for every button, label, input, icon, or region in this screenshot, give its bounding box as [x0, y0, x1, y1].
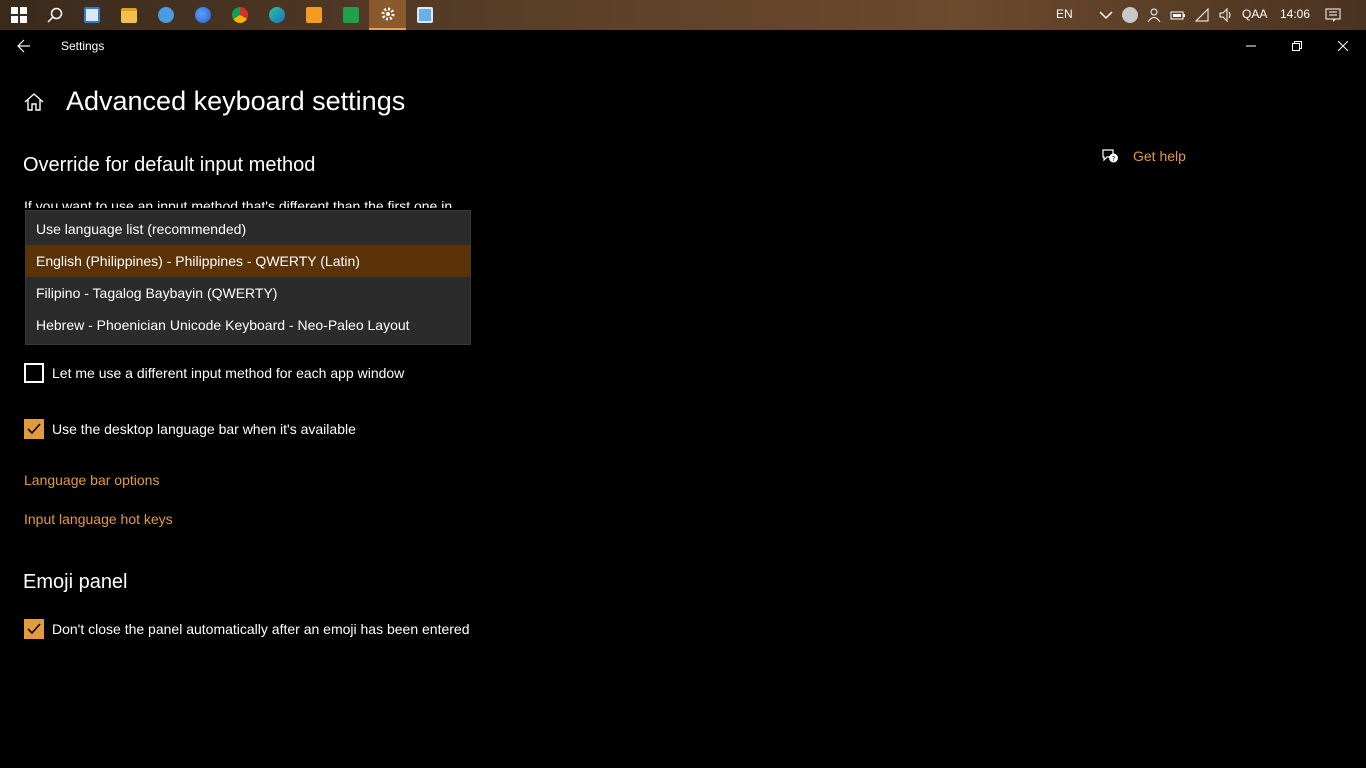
override-description: If you want to use an input method that'…	[24, 198, 453, 208]
edge-icon	[268, 7, 285, 23]
language-bar-options-link[interactable]: Language bar options	[24, 472, 159, 488]
firefox-icon	[194, 7, 211, 23]
search-button[interactable]	[36, 0, 73, 30]
chrome-icon	[231, 7, 248, 23]
override-section-title: Override for default input method	[23, 154, 316, 176]
emoji-section-title: Emoji panel	[23, 571, 128, 593]
volume-icon[interactable]	[1218, 7, 1234, 23]
taskbar-control-panel[interactable]	[406, 0, 443, 30]
close-icon	[1338, 41, 1348, 51]
desktop-language-bar-checkbox-row[interactable]: Use the desktop language bar when it's a…	[24, 419, 356, 439]
dropdown-option[interactable]: Use language list (recommended)	[26, 213, 470, 245]
windows-logo-icon	[10, 7, 27, 23]
back-button[interactable]	[10, 34, 38, 58]
checkmark-icon	[27, 623, 41, 635]
get-help-label: Get help	[1133, 148, 1186, 164]
taskbar-app-globe[interactable]	[147, 0, 184, 30]
desktop-language-bar-checkbox[interactable]	[24, 419, 44, 439]
per-app-input-label: Let me use a different input method for …	[52, 365, 405, 381]
folder-icon	[120, 7, 137, 23]
taskbar: EN QAA 14:06	[0, 0, 1366, 30]
per-app-input-checkbox-row[interactable]: Let me use a different input method for …	[24, 363, 404, 383]
taskbar-chrome[interactable]	[221, 0, 258, 30]
store-icon	[83, 7, 100, 23]
help-chat-icon: ?	[1102, 149, 1118, 163]
back-arrow-icon	[17, 39, 30, 53]
input-language-hot-keys-link[interactable]: Input language hot keys	[24, 511, 173, 527]
search-icon	[46, 7, 62, 23]
window-titlebar: Settings	[0, 30, 1366, 62]
get-help-link[interactable]: ? Get help	[1101, 147, 1186, 165]
minimize-icon	[1246, 45, 1256, 47]
per-app-input-checkbox[interactable]	[24, 363, 44, 383]
emoji-dont-close-checkbox[interactable]	[24, 619, 44, 639]
tray-ime[interactable]: QAA	[1242, 0, 1267, 30]
tray-language[interactable]: EN	[1056, 0, 1073, 30]
svg-text:?: ?	[1112, 155, 1116, 163]
emoji-dont-close-label: Don't close the panel automatically afte…	[52, 621, 470, 637]
battery-icon[interactable]	[1170, 7, 1186, 23]
wifi-icon[interactable]	[1194, 7, 1210, 23]
green-app-icon	[342, 7, 359, 23]
taskbar-firefox[interactable]	[184, 0, 221, 30]
dropdown-option[interactable]: Hebrew - Phoenician Unicode Keyboard - N…	[26, 309, 470, 341]
desktop-language-bar-label: Use the desktop language bar when it's a…	[52, 421, 356, 437]
restore-icon	[1292, 41, 1302, 51]
close-button[interactable]	[1320, 30, 1366, 62]
taskbar-file-explorer[interactable]	[110, 0, 147, 30]
sublime-icon	[305, 7, 322, 23]
tray-clock[interactable]: 14:06	[1280, 0, 1310, 30]
emoji-dont-close-checkbox-row[interactable]: Don't close the panel automatically afte…	[24, 619, 469, 639]
globe-icon	[157, 7, 174, 23]
taskbar-edge[interactable]	[258, 0, 295, 30]
restore-button[interactable]	[1274, 30, 1320, 62]
checkmark-icon	[27, 423, 41, 435]
people-icon[interactable]	[1146, 7, 1162, 23]
taskbar-store[interactable]	[73, 0, 110, 30]
steam-icon[interactable]	[1122, 7, 1138, 23]
gear-icon	[381, 7, 394, 21]
home-icon[interactable]	[24, 92, 44, 112]
chevron-up-icon[interactable]	[1098, 7, 1114, 23]
taskbar-app-green[interactable]	[332, 0, 369, 30]
dropdown-option-selected[interactable]: English (Philippines) - Philippines - QW…	[26, 245, 470, 277]
input-method-dropdown-list[interactable]: Use language list (recommended) English …	[25, 210, 471, 345]
action-center-icon[interactable]	[1325, 7, 1341, 23]
minimize-button[interactable]	[1228, 30, 1274, 62]
start-button[interactable]	[0, 0, 37, 30]
dropdown-option[interactable]: Filipino - Tagalog Baybayin (QWERTY)	[26, 277, 470, 309]
taskbar-sublime[interactable]	[295, 0, 332, 30]
control-panel-icon	[416, 7, 433, 23]
page-title: Advanced keyboard settings	[66, 86, 406, 116]
window-title: Settings	[61, 39, 105, 53]
taskbar-settings[interactable]	[369, 0, 406, 30]
